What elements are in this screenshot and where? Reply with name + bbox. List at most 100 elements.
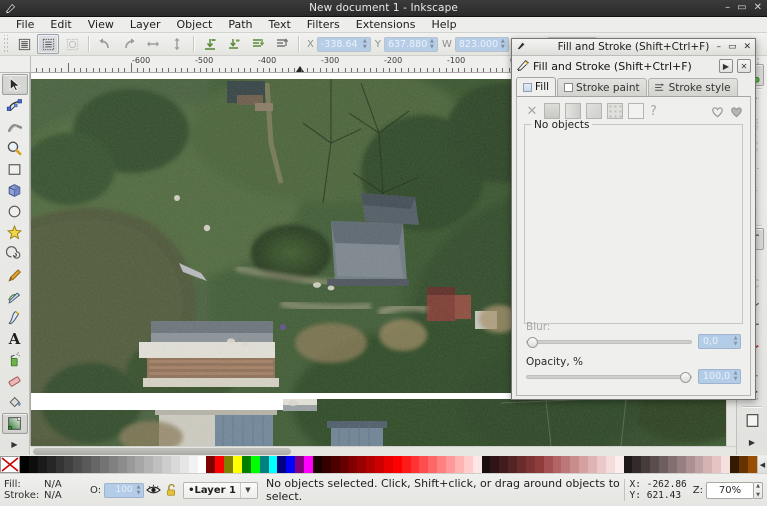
blur-slider[interactable] [526, 340, 692, 344]
palette-swatch[interactable] [473, 456, 482, 473]
flip-vertical-button[interactable] [166, 34, 188, 54]
palette-swatch[interactable] [56, 456, 65, 473]
horizontal-scrollbar[interactable] [31, 446, 736, 456]
dialog-window-close-button[interactable]: ✕ [743, 42, 751, 52]
palette-swatch[interactable] [499, 456, 508, 473]
tab-stroke-style[interactable]: Stroke style [648, 78, 738, 96]
zoom-steppers[interactable]: ▲▼ [754, 482, 763, 499]
snapbar-overflow-button[interactable]: ▶ [740, 431, 764, 453]
dialog-opacity-input[interactable]: 100,0 ▲▼ [698, 369, 741, 384]
gradient-tool[interactable] [2, 413, 28, 434]
palette-swatch[interactable] [109, 456, 118, 473]
dialog-opacity-steppers[interactable]: ▲▼ [732, 371, 739, 382]
palette-swatch[interactable] [118, 456, 127, 473]
radial-gradient-button[interactable] [586, 103, 602, 119]
palette-swatch[interactable] [269, 456, 278, 473]
flip-horizontal-button[interactable] [142, 34, 164, 54]
palette-swatch[interactable] [180, 456, 189, 473]
palette-swatch[interactable] [393, 456, 402, 473]
palette-swatch[interactable] [730, 456, 739, 473]
palette-swatch[interactable] [322, 456, 331, 473]
palette-swatch[interactable] [38, 456, 47, 473]
menu-path[interactable]: Path [220, 17, 260, 32]
palette-swatch[interactable] [632, 456, 641, 473]
pattern-button[interactable] [607, 103, 623, 119]
palette-swatch[interactable] [153, 456, 162, 473]
palette-swatch[interactable] [313, 456, 322, 473]
palette-swatch[interactable] [277, 456, 286, 473]
lower-to-bottom-button[interactable] [271, 34, 293, 54]
palette-swatch[interactable] [47, 456, 56, 473]
minimize-button[interactable]: – [725, 3, 730, 13]
palette-swatch[interactable] [348, 456, 357, 473]
zoom-control[interactable]: Z: 70% ▲▼ [693, 482, 763, 499]
palette-swatch[interactable] [82, 456, 91, 473]
layer-lock-toggle[interactable] [162, 482, 180, 498]
palette-swatch[interactable] [304, 456, 313, 473]
palette-swatch[interactable] [579, 456, 588, 473]
eraser-tool[interactable] [2, 370, 28, 391]
menu-view[interactable]: View [80, 17, 122, 32]
toolbar-grip[interactable] [2, 35, 10, 54]
palette-swatch[interactable] [206, 456, 215, 473]
lower-button[interactable] [247, 34, 269, 54]
palette-swatch[interactable] [411, 456, 420, 473]
spiral-tool[interactable] [2, 243, 28, 264]
palette-swatch[interactable] [162, 456, 171, 473]
palette-swatch[interactable] [91, 456, 100, 473]
menu-extensions[interactable]: Extensions [348, 17, 424, 32]
selector-tool[interactable] [2, 74, 28, 95]
palette-swatch[interactable] [375, 456, 384, 473]
dialog-close-button[interactable]: ✕ [737, 59, 751, 73]
rectangle-tool[interactable] [2, 159, 28, 180]
palette-swatch[interactable] [251, 456, 260, 473]
palette-swatch[interactable] [544, 456, 553, 473]
text-tool[interactable]: A [2, 328, 28, 349]
palette-swatch[interactable] [712, 456, 721, 473]
layer-selector[interactable]: •Layer 1 ▼ [183, 482, 258, 499]
palette-swatch[interactable] [331, 456, 340, 473]
palette-swatch[interactable] [384, 456, 393, 473]
snap-page-border-button[interactable] [740, 409, 764, 431]
w-field[interactable]: 823.000 ▲▼ [455, 37, 509, 52]
palette-swatch[interactable] [127, 456, 136, 473]
palette-swatch[interactable] [64, 456, 73, 473]
fill-rule-nonzero-icon[interactable] [728, 103, 744, 119]
palette-swatch[interactable] [29, 456, 38, 473]
palette-none-swatch[interactable] [0, 456, 20, 473]
blur-steppers[interactable]: ▲▼ [732, 336, 739, 347]
dialog-minimize-button[interactable]: – [716, 42, 721, 52]
w-field-steppers[interactable]: ▲▼ [499, 39, 507, 50]
blur-input[interactable]: 0,0 ▲▼ [698, 334, 741, 349]
swatch-button[interactable] [628, 103, 644, 119]
menu-filters[interactable]: Filters [299, 17, 348, 32]
spray-tool[interactable] [2, 349, 28, 370]
menu-text[interactable]: Text [261, 17, 299, 32]
text-align-justify-button[interactable] [37, 34, 59, 54]
palette-swatch[interactable] [100, 456, 109, 473]
tab-stroke-paint[interactable]: Stroke paint [557, 78, 647, 96]
y-field-steppers[interactable]: ▲▼ [428, 39, 436, 50]
palette-swatch[interactable] [135, 456, 144, 473]
palette-swatch[interactable] [144, 456, 153, 473]
palette-swatch[interactable] [242, 456, 251, 473]
palette-swatch[interactable] [295, 456, 304, 473]
pencil-tool[interactable] [2, 265, 28, 286]
palette-swatch[interactable] [526, 456, 535, 473]
bezier-tool[interactable] [2, 286, 28, 307]
palette-scroll-left-button[interactable]: ◀ [757, 456, 767, 473]
y-field[interactable]: 637.880 ▲▼ [384, 37, 438, 52]
palette-swatch[interactable] [366, 456, 375, 473]
palette-swatch[interactable] [624, 456, 633, 473]
palette-swatch[interactable] [464, 456, 473, 473]
palette-swatch[interactable] [553, 456, 562, 473]
star-tool[interactable] [2, 222, 28, 243]
palette-swatch[interactable] [357, 456, 366, 473]
palette-swatch[interactable] [641, 456, 650, 473]
redo-button[interactable] [118, 34, 140, 54]
palette-swatch[interactable] [437, 456, 446, 473]
menu-help[interactable]: Help [423, 17, 464, 32]
menu-object[interactable]: Object [169, 17, 221, 32]
close-button[interactable]: ✕ [754, 3, 762, 13]
palette-swatch[interactable] [659, 456, 668, 473]
